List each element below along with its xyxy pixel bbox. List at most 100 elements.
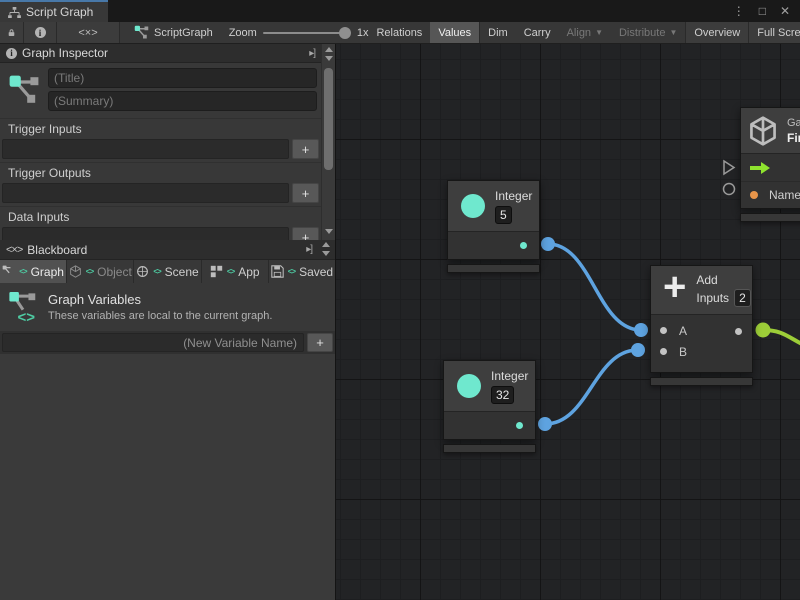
info-button[interactable]: i [24,22,57,43]
code-chip: <> [153,267,160,276]
name-input-port[interactable] [750,191,758,199]
integer-type-icon [461,194,485,218]
new-variable-input[interactable] [2,333,304,352]
trigger-inputs-list: + [0,138,321,160]
output-port[interactable] [516,422,523,429]
script-graph-icon [134,25,149,40]
graph-toolbar: i <×> ScriptGraph Zoom 1x Relations [0,22,800,44]
info-icon: i [35,27,46,38]
scroll-up-icon[interactable] [325,47,333,52]
scrollbar-thumb[interactable] [324,68,333,170]
trigger-outputs-list: + [0,182,321,204]
graph-tab-icon [2,265,15,278]
tab-script-graph[interactable]: Script Graph [0,0,108,22]
edge-endpoint[interactable] [634,323,648,337]
blackboard-title: Blackboard [27,243,87,257]
dock-icon[interactable]: ▸] [309,48,317,59]
input-port-b[interactable] [660,348,667,355]
zoom-slider-handle[interactable] [339,27,351,39]
input-port-a[interactable] [660,327,667,334]
add-variable-button[interactable]: + [307,333,333,352]
edge-endpoint[interactable] [538,417,552,431]
relations-button[interactable]: Relations [368,22,430,43]
data-inputs-list: + [0,226,321,240]
code-chip: <> [227,267,234,276]
inspector-scrollbar[interactable] [321,44,335,240]
object-tab-icon [69,265,82,278]
tab-app[interactable]: <> App [202,260,269,283]
tab-object[interactable]: <> Object [67,260,134,283]
output-port[interactable] [735,328,742,335]
chevron-down-icon: ▼ [595,28,603,37]
edge-endpoint[interactable] [631,343,645,357]
graph-variables-title: Graph Variables [48,292,272,307]
carry-button[interactable]: Carry [516,22,559,43]
scroll-down-icon[interactable] [322,251,330,256]
port-b-label: B [679,345,687,359]
port-a-label: A [679,324,687,338]
add-trigger-input-button[interactable]: + [292,139,319,159]
window-maximize-icon[interactable]: □ [759,4,766,18]
graph-summary-input[interactable] [48,91,317,111]
code-chip: <> [288,267,295,276]
values-button[interactable]: Values [430,22,480,43]
tab-app-label: App [238,265,259,279]
edge-endpoint[interactable] [541,237,555,251]
app-tab-icon [210,265,223,278]
window-menu-icon[interactable]: ⋮ [733,4,745,18]
blackboard-scroll-arrows[interactable] [319,242,331,258]
edge-integer32-to-add-b[interactable] [545,350,638,424]
node-title: Find [787,131,800,145]
node-add[interactable]: + Add Inputs 2 A [650,265,753,386]
trigger-inputs-label: Trigger Inputs [0,118,321,138]
zoom-slider[interactable] [263,32,351,34]
edge-endpoint[interactable] [756,323,771,338]
integer-value-input[interactable]: 5 [495,206,512,224]
trigger-input-port[interactable] [750,162,770,174]
hierarchy-icon [8,7,21,18]
value-marker-icon[interactable] [724,184,735,195]
fullscreen-button[interactable]: Full Screen [749,22,800,43]
tab-saved[interactable]: <> Saved [269,260,335,283]
edge-integer5-to-add-a[interactable] [548,244,641,330]
add-trigger-output-button[interactable]: + [292,183,319,203]
blackboard-icon: <×> [6,244,22,256]
trigger-marker-icon[interactable] [724,161,734,174]
code-icon: <×> [78,27,97,39]
zoom-label: Zoom [229,27,257,39]
node-integer-32[interactable]: Integer 32 [443,360,536,453]
sidebar: i Graph Inspector ▸] [0,44,336,600]
svg-text:<>: <> [18,309,36,324]
node-integer-5[interactable]: Integer 5 [447,180,540,273]
integer-value-input[interactable]: 32 [491,386,514,404]
data-inputs-label: Data Inputs [0,206,321,226]
graph-variables-icon: <> [8,290,38,324]
window-close-icon[interactable]: ✕ [780,4,790,18]
node-title: Add [696,273,750,287]
inputs-count-input[interactable]: 2 [734,289,751,307]
distribute-label: Distribute [619,27,665,39]
chevron-down-icon: ▼ [669,28,677,37]
graph-title-input[interactable] [48,68,317,88]
distribute-dropdown[interactable]: Distribute ▼ [611,22,685,43]
graph-inspector-header: i Graph Inspector ▸] [0,44,321,63]
dock-icon[interactable]: ▸] [306,244,314,255]
code-preview-button[interactable]: <×> [57,22,120,43]
graph-canvas[interactable]: Integer 5 Integer 32 [336,44,800,600]
panel-empty-area [0,354,335,600]
overview-button[interactable]: Overview [685,22,749,43]
node-gameobject-find[interactable]: Game Find Name [740,107,800,222]
scroll-up-icon[interactable] [322,242,330,247]
graph-breadcrumb[interactable]: ScriptGraph [134,22,213,43]
lock-button[interactable] [0,22,24,43]
dim-button[interactable]: Dim [480,22,516,43]
tab-graph[interactable]: <> Graph [0,260,67,283]
add-data-input-button[interactable]: + [292,227,319,240]
output-port[interactable] [520,242,527,249]
align-dropdown[interactable]: Align ▼ [559,22,611,43]
new-variable-row: + [0,331,335,354]
tab-scene[interactable]: <> Scene [134,260,201,283]
tab-scene-label: Scene [165,265,199,279]
scroll-down-icon[interactable] [325,229,333,234]
scroll-down-icon[interactable] [325,56,333,61]
